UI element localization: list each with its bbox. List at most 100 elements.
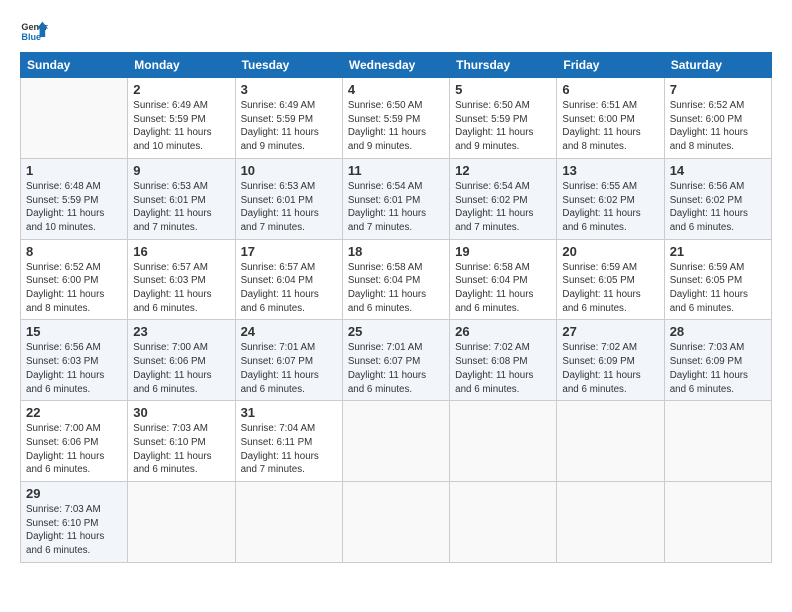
calendar-day-21: 21Sunrise: 6:59 AMSunset: 6:05 PMDayligh… (664, 239, 771, 320)
day-info: Sunrise: 6:52 AMSunset: 6:00 PMDaylight:… (670, 99, 766, 154)
day-info: Sunrise: 6:49 AMSunset: 5:59 PMDaylight:… (133, 99, 229, 154)
day-number: 9 (133, 163, 229, 178)
day-info: Sunrise: 7:03 AMSunset: 6:09 PMDaylight:… (670, 341, 766, 396)
day-info: Sunrise: 6:59 AMSunset: 6:05 PMDaylight:… (562, 261, 658, 316)
calendar-day-7: 7 Sunrise: 6:52 AMSunset: 6:00 PMDaylight… (664, 78, 771, 159)
calendar-day-1: 1 Sunrise: 6:48 AMSunset: 5:59 PMDaylight… (21, 158, 128, 239)
calendar-day-29: 29Sunrise: 7:03 AMSunset: 6:10 PMDayligh… (21, 482, 128, 563)
day-number: 16 (133, 244, 229, 259)
day-number: 29 (26, 486, 122, 501)
calendar-day-27: 27Sunrise: 7:02 AMSunset: 6:09 PMDayligh… (557, 320, 664, 401)
calendar-day-16: 16 Sunrise: 6:57 AMSunset: 6:03 PMDayligh… (128, 239, 235, 320)
weekday-thursday: Thursday (450, 53, 557, 78)
calendar-day-9: 9 Sunrise: 6:53 AMSunset: 6:01 PMDaylight… (128, 158, 235, 239)
day-info: Sunrise: 6:57 AMSunset: 6:04 PMDaylight:… (241, 261, 337, 316)
day-number: 8 (26, 244, 122, 259)
weekday-wednesday: Wednesday (342, 53, 449, 78)
day-number: 11 (348, 163, 444, 178)
calendar-day-19: 19 Sunrise: 6:58 AMSunset: 6:04 PMDayligh… (450, 239, 557, 320)
calendar-table: SundayMondayTuesdayWednesdayThursdayFrid… (20, 52, 772, 563)
calendar-day-18: 18 Sunrise: 6:58 AMSunset: 6:04 PMDayligh… (342, 239, 449, 320)
day-number: 19 (455, 244, 551, 259)
weekday-tuesday: Tuesday (235, 53, 342, 78)
calendar-day-24: 24 Sunrise: 7:01 AMSunset: 6:07 PMDayligh… (235, 320, 342, 401)
calendar-empty (664, 482, 771, 563)
day-number: 25 (348, 324, 444, 339)
calendar-day-22: 22 Sunrise: 7:00 AMSunset: 6:06 PMDayligh… (21, 401, 128, 482)
day-info: Sunrise: 6:56 AMSunset: 6:03 PMDaylight:… (26, 341, 122, 396)
day-info: Sunrise: 6:55 AMSunset: 6:02 PMDaylight:… (562, 180, 658, 235)
logo: General Blue (20, 16, 48, 44)
day-info: Sunrise: 6:48 AMSunset: 5:59 PMDaylight:… (26, 180, 122, 235)
svg-text:Blue: Blue (21, 32, 41, 42)
weekday-header-row: SundayMondayTuesdayWednesdayThursdayFrid… (21, 53, 772, 78)
day-info: Sunrise: 7:03 AMSunset: 6:10 PMDaylight:… (133, 422, 229, 477)
day-number: 22 (26, 405, 122, 420)
day-info: Sunrise: 7:00 AMSunset: 6:06 PMDaylight:… (26, 422, 122, 477)
day-number: 20 (562, 244, 658, 259)
day-number: 23 (133, 324, 229, 339)
calendar-week-1: 2Sunrise: 6:49 AMSunset: 5:59 PMDaylight… (21, 78, 772, 159)
day-number: 3 (241, 82, 337, 97)
day-info: Sunrise: 6:52 AMSunset: 6:00 PMDaylight:… (26, 261, 122, 316)
calendar-empty (128, 482, 235, 563)
day-number: 14 (670, 163, 766, 178)
weekday-saturday: Saturday (664, 53, 771, 78)
day-info: Sunrise: 6:54 AMSunset: 6:02 PMDaylight:… (455, 180, 551, 235)
calendar-week-6: 29Sunrise: 7:03 AMSunset: 6:10 PMDayligh… (21, 482, 772, 563)
day-info: Sunrise: 6:49 AMSunset: 5:59 PMDaylight:… (241, 99, 337, 154)
calendar-day-4: 4Sunrise: 6:50 AMSunset: 5:59 PMDaylight… (342, 78, 449, 159)
calendar-day-20: 20 Sunrise: 6:59 AMSunset: 6:05 PMDayligh… (557, 239, 664, 320)
day-info: Sunrise: 6:58 AMSunset: 6:04 PMDaylight:… (348, 261, 444, 316)
calendar-empty (450, 401, 557, 482)
day-info: Sunrise: 6:59 AMSunset: 6:05 PMDaylight:… (670, 261, 766, 316)
day-info: Sunrise: 7:00 AMSunset: 6:06 PMDaylight:… (133, 341, 229, 396)
day-info: Sunrise: 6:51 AMSunset: 6:00 PMDaylight:… (562, 99, 658, 154)
calendar-week-4: 15 Sunrise: 6:56 AMSunset: 6:03 PMDayligh… (21, 320, 772, 401)
calendar-empty (21, 78, 128, 159)
day-info: Sunrise: 6:50 AMSunset: 5:59 PMDaylight:… (455, 99, 551, 154)
day-info: Sunrise: 6:57 AMSunset: 6:03 PMDaylight:… (133, 261, 229, 316)
calendar-week-5: 22 Sunrise: 7:00 AMSunset: 6:06 PMDayligh… (21, 401, 772, 482)
day-number: 1 (26, 163, 122, 178)
calendar-week-3: 8 Sunrise: 6:52 AMSunset: 6:00 PMDaylight… (21, 239, 772, 320)
day-number: 7 (670, 82, 766, 97)
weekday-sunday: Sunday (21, 53, 128, 78)
calendar-day-30: 30Sunrise: 7:03 AMSunset: 6:10 PMDayligh… (128, 401, 235, 482)
day-info: Sunrise: 6:53 AMSunset: 6:01 PMDaylight:… (241, 180, 337, 235)
day-info: Sunrise: 7:04 AMSunset: 6:11 PMDaylight:… (241, 422, 337, 477)
day-number: 28 (670, 324, 766, 339)
calendar-day-13: 13 Sunrise: 6:55 AMSunset: 6:02 PMDayligh… (557, 158, 664, 239)
calendar-empty (557, 482, 664, 563)
day-number: 26 (455, 324, 551, 339)
day-number: 27 (562, 324, 658, 339)
calendar-empty (450, 482, 557, 563)
day-info: Sunrise: 6:54 AMSunset: 6:01 PMDaylight:… (348, 180, 444, 235)
calendar-day-6: 6 Sunrise: 6:51 AMSunset: 6:00 PMDaylight… (557, 78, 664, 159)
day-info: Sunrise: 6:58 AMSunset: 6:04 PMDaylight:… (455, 261, 551, 316)
day-number: 17 (241, 244, 337, 259)
day-number: 15 (26, 324, 122, 339)
calendar-week-2: 1 Sunrise: 6:48 AMSunset: 5:59 PMDaylight… (21, 158, 772, 239)
calendar-day-23: 23 Sunrise: 7:00 AMSunset: 6:06 PMDayligh… (128, 320, 235, 401)
header: General Blue (20, 16, 772, 44)
day-info: Sunrise: 6:56 AMSunset: 6:02 PMDaylight:… (670, 180, 766, 235)
day-number: 10 (241, 163, 337, 178)
day-number: 5 (455, 82, 551, 97)
day-number: 24 (241, 324, 337, 339)
day-info: Sunrise: 6:53 AMSunset: 6:01 PMDaylight:… (133, 180, 229, 235)
day-number: 13 (562, 163, 658, 178)
calendar-day-12: 12 Sunrise: 6:54 AMSunset: 6:02 PMDayligh… (450, 158, 557, 239)
day-number: 4 (348, 82, 444, 97)
calendar-day-26: 26 Sunrise: 7:02 AMSunset: 6:08 PMDayligh… (450, 320, 557, 401)
day-number: 31 (241, 405, 337, 420)
day-number: 6 (562, 82, 658, 97)
day-number: 18 (348, 244, 444, 259)
day-info: Sunrise: 7:02 AMSunset: 6:08 PMDaylight:… (455, 341, 551, 396)
day-info: Sunrise: 7:01 AMSunset: 6:07 PMDaylight:… (241, 341, 337, 396)
calendar-day-3: 3 Sunrise: 6:49 AMSunset: 5:59 PMDaylight… (235, 78, 342, 159)
calendar-day-25: 25Sunrise: 7:01 AMSunset: 6:07 PMDayligh… (342, 320, 449, 401)
calendar-day-31: 31 Sunrise: 7:04 AMSunset: 6:11 PMDayligh… (235, 401, 342, 482)
calendar-empty (342, 401, 449, 482)
day-number: 12 (455, 163, 551, 178)
